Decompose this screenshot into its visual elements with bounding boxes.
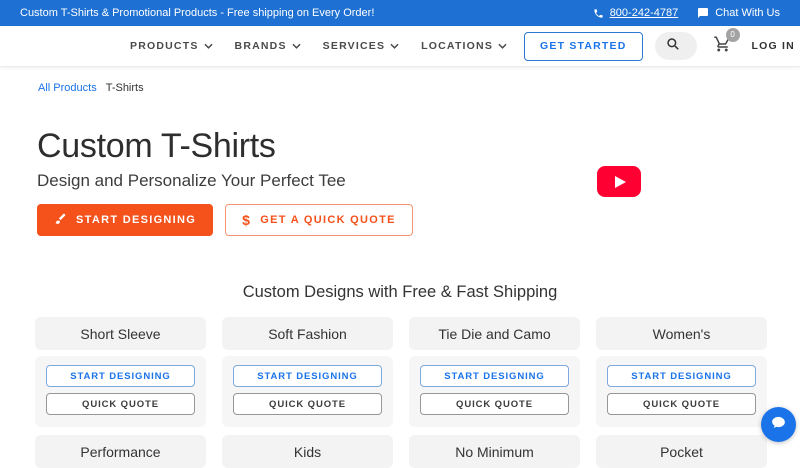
- get-started-button[interactable]: GET STARTED: [524, 31, 643, 61]
- category-cards-row1: Short Sleeve START DESIGNING QUICK QUOTE…: [35, 317, 767, 427]
- card-quick-quote-button[interactable]: QUICK QUOTE: [420, 393, 569, 415]
- cart-button[interactable]: 0: [713, 27, 740, 58]
- category-card-tie-die-camo: Tie Die and Camo START DESIGNING QUICK Q…: [409, 317, 580, 427]
- card-title: No Minimum: [409, 435, 580, 468]
- category-card-kids: Kids: [222, 435, 393, 468]
- card-title: Performance: [35, 435, 206, 468]
- main-navbar: PRODUCTS BRANDS SERVICES LOCATIONS GET S…: [0, 26, 800, 67]
- nav-item-locations[interactable]: LOCATIONS: [421, 40, 507, 52]
- hero-section: Custom T-Shirts Design and Personalize Y…: [0, 94, 800, 236]
- cart-icon: [713, 36, 732, 57]
- card-title: Pocket: [596, 435, 767, 468]
- breadcrumb-current: T-Shirts: [105, 82, 144, 94]
- category-card-soft-fashion: Soft Fashion START DESIGNING QUICK QUOTE: [222, 317, 393, 427]
- breadcrumb-all-products[interactable]: All Products: [38, 82, 97, 94]
- nav-item-label: SERVICES: [322, 40, 386, 52]
- cart-count-badge: 0: [725, 27, 740, 42]
- paintbrush-icon: [54, 212, 67, 228]
- login-link[interactable]: LOG IN: [752, 40, 795, 52]
- card-title: Tie Die and Camo: [409, 317, 580, 350]
- nav-item-label: PRODUCTS: [130, 40, 199, 52]
- phone-link[interactable]: 800-242-4787: [610, 7, 679, 19]
- card-title: Women's: [596, 317, 767, 350]
- start-designing-label: START DESIGNING: [76, 214, 197, 226]
- chevron-down-icon: [292, 40, 301, 52]
- quick-quote-button[interactable]: $ GET A QUICK QUOTE: [225, 204, 413, 236]
- card-quick-quote-button[interactable]: QUICK QUOTE: [607, 393, 756, 415]
- card-start-designing-button[interactable]: START DESIGNING: [607, 365, 756, 387]
- category-card-short-sleeve: Short Sleeve START DESIGNING QUICK QUOTE: [35, 317, 206, 427]
- card-start-designing-button[interactable]: START DESIGNING: [46, 365, 195, 387]
- category-card-pocket: Pocket: [596, 435, 767, 468]
- nav-item-label: LOCATIONS: [421, 40, 494, 52]
- card-title: Short Sleeve: [35, 317, 206, 350]
- breadcrumb: All Products T-Shirts: [0, 67, 800, 94]
- category-cards-row2: Performance Kids No Minimum Pocket: [35, 435, 767, 468]
- card-quick-quote-button[interactable]: QUICK QUOTE: [233, 393, 382, 415]
- category-card-no-minimum: No Minimum: [409, 435, 580, 468]
- promo-topbar: Custom T-Shirts & Promotional Products -…: [0, 0, 800, 26]
- start-designing-button[interactable]: START DESIGNING: [37, 204, 214, 236]
- hero-subtitle: Design and Personalize Your Perfect Tee: [37, 171, 346, 190]
- card-quick-quote-button[interactable]: QUICK QUOTE: [46, 393, 195, 415]
- nav-item-services[interactable]: SERVICES: [323, 40, 400, 52]
- chat-with-us-link[interactable]: Chat With Us: [715, 7, 780, 19]
- page-title: Custom T-Shirts: [37, 127, 276, 165]
- dollar-icon: $: [242, 212, 252, 228]
- chevron-down-icon: [498, 40, 507, 52]
- nav-item-label: BRANDS: [234, 40, 287, 52]
- promo-text: Custom T-Shirts & Promotional Products -…: [20, 7, 375, 19]
- nav-item-brands[interactable]: BRANDS: [235, 40, 301, 52]
- youtube-play-button[interactable]: [597, 166, 641, 197]
- search-bar[interactable]: [654, 32, 697, 60]
- chat-fab-button[interactable]: [761, 407, 796, 442]
- nav-item-products[interactable]: PRODUCTS: [130, 40, 213, 52]
- search-icon: [666, 37, 680, 56]
- card-start-designing-button[interactable]: START DESIGNING: [420, 365, 569, 387]
- card-title: Kids: [222, 435, 393, 468]
- youtube-play-icon: [615, 175, 626, 188]
- category-card-womens: Women's START DESIGNING QUICK QUOTE: [596, 317, 767, 427]
- card-title: Soft Fashion: [222, 317, 393, 350]
- nav-menu: PRODUCTS BRANDS SERVICES LOCATIONS: [130, 40, 507, 52]
- chevron-down-icon: [203, 40, 213, 52]
- chat-bubble-icon: [770, 414, 787, 436]
- phone-icon: [593, 8, 604, 19]
- card-start-designing-button[interactable]: START DESIGNING: [233, 365, 382, 387]
- section-heading: Custom Designs with Free & Fast Shipping: [242, 283, 558, 301]
- category-card-performance: Performance: [35, 435, 206, 468]
- chevron-down-icon: [390, 40, 399, 52]
- chat-bubble-icon: [697, 7, 709, 19]
- quick-quote-label: GET A QUICK QUOTE: [260, 214, 396, 226]
